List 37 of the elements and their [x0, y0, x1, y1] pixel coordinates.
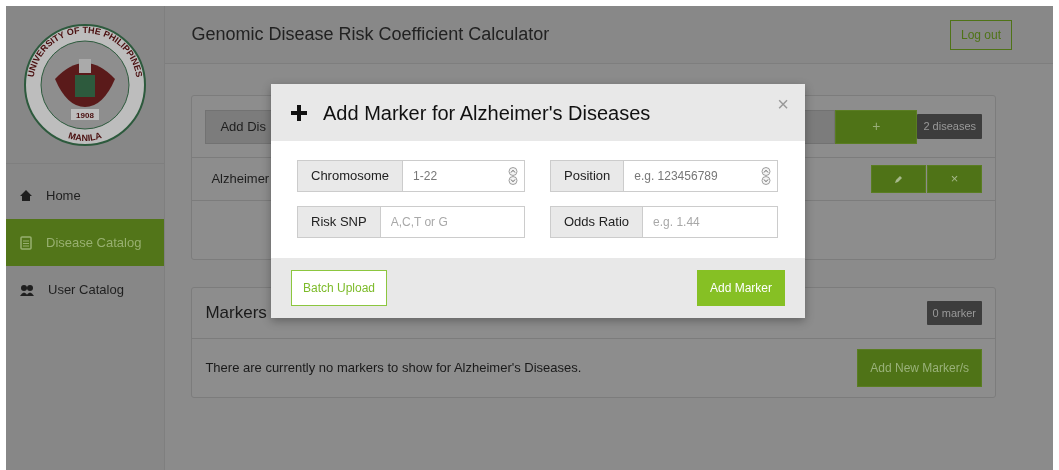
disease-name: Alzheimer — [211, 170, 270, 189]
spinner-icon — [508, 167, 518, 185]
modal-title: Add Marker for Alzheimer's Diseases — [323, 100, 651, 126]
count-badge: 2 diseases — [917, 114, 982, 139]
field-label: Chromosome — [297, 160, 404, 192]
field-label: Odds Ratio — [550, 206, 644, 238]
page-title: Genomic Disease Risk Coefficient Calculator — [191, 23, 550, 46]
input-field[interactable]: 1-22 — [403, 160, 525, 192]
add-button[interactable]: + — [835, 109, 918, 144]
spinner-icon — [761, 167, 771, 185]
users-icon — [20, 283, 34, 296]
house-icon — [20, 189, 32, 202]
input-field[interactable]: e.g. 123456789 — [624, 160, 778, 192]
field-label: Position — [550, 160, 625, 192]
count-badge: 0 marker — [926, 300, 982, 326]
input-text[interactable]: A,C,T or G — [388, 212, 518, 232]
input-text[interactable]: 1-22 — [411, 166, 508, 186]
input-field[interactable]: e.g. 1.44 — [643, 206, 778, 238]
logout-button[interactable]: Log out — [949, 19, 1012, 50]
clipboard-icon — [20, 235, 32, 250]
edit-button[interactable] — [871, 165, 926, 193]
close-button[interactable]: × — [777, 94, 789, 114]
empty-message: There are currently no markers to show for Alzheimer's Diseases. — [205, 359, 582, 378]
input-text[interactable]: e.g. 123456789 — [632, 166, 761, 186]
sidebar-item[interactable]: Disease Catalog — [6, 219, 165, 266]
sidebar-item[interactable]: Home — [6, 172, 165, 219]
delete-button[interactable]: × — [927, 165, 982, 193]
field-label: Risk SNP — [297, 206, 381, 238]
input-text[interactable]: e.g. 1.44 — [651, 212, 771, 232]
add-new-marker-button[interactable]: Add New Marker/s — [857, 349, 982, 387]
input-field[interactable]: A,C,T or G — [380, 206, 525, 238]
add-marker-button[interactable]: Add Marker — [696, 270, 785, 306]
pencil-icon — [894, 174, 903, 184]
panel-title: Markers — [205, 302, 267, 325]
sidebar-item[interactable]: User Catalog — [6, 266, 165, 313]
plus-icon — [291, 104, 307, 121]
batch-upload-button[interactable]: Batch Upload — [291, 270, 388, 306]
